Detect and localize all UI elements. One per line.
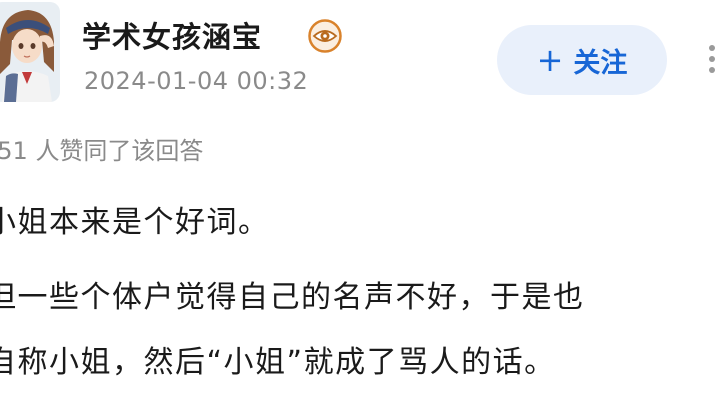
author-avatar[interactable] [0,2,60,102]
content-paragraph-2: 但一些个体户觉得自己的名声不好，于是也 [0,280,585,315]
eye-badge-icon [307,18,343,54]
likes-count-text: 651 人赞同了该回答 [0,137,204,165]
author-name[interactable]: 学术女孩涵宝 [82,14,262,56]
follow-button[interactable]: + 关注 [497,25,667,95]
follow-button-label: 关注 [573,47,628,79]
content-paragraph-3: 自称小姐，然后“小姐”就成了骂人的话。 [0,345,556,380]
more-options-icon[interactable] [700,42,720,76]
avatar-illustration [0,2,60,102]
answer-page: 学术女孩涵宝 2024-01-04 00:32 + 关注 651 人赞同了该回答… [0,0,720,405]
plus-icon: + [536,41,564,79]
content-paragraph-1: 小姐本来是个好词。 [0,205,270,240]
post-time: 2024-01-04 00:32 [84,67,309,95]
